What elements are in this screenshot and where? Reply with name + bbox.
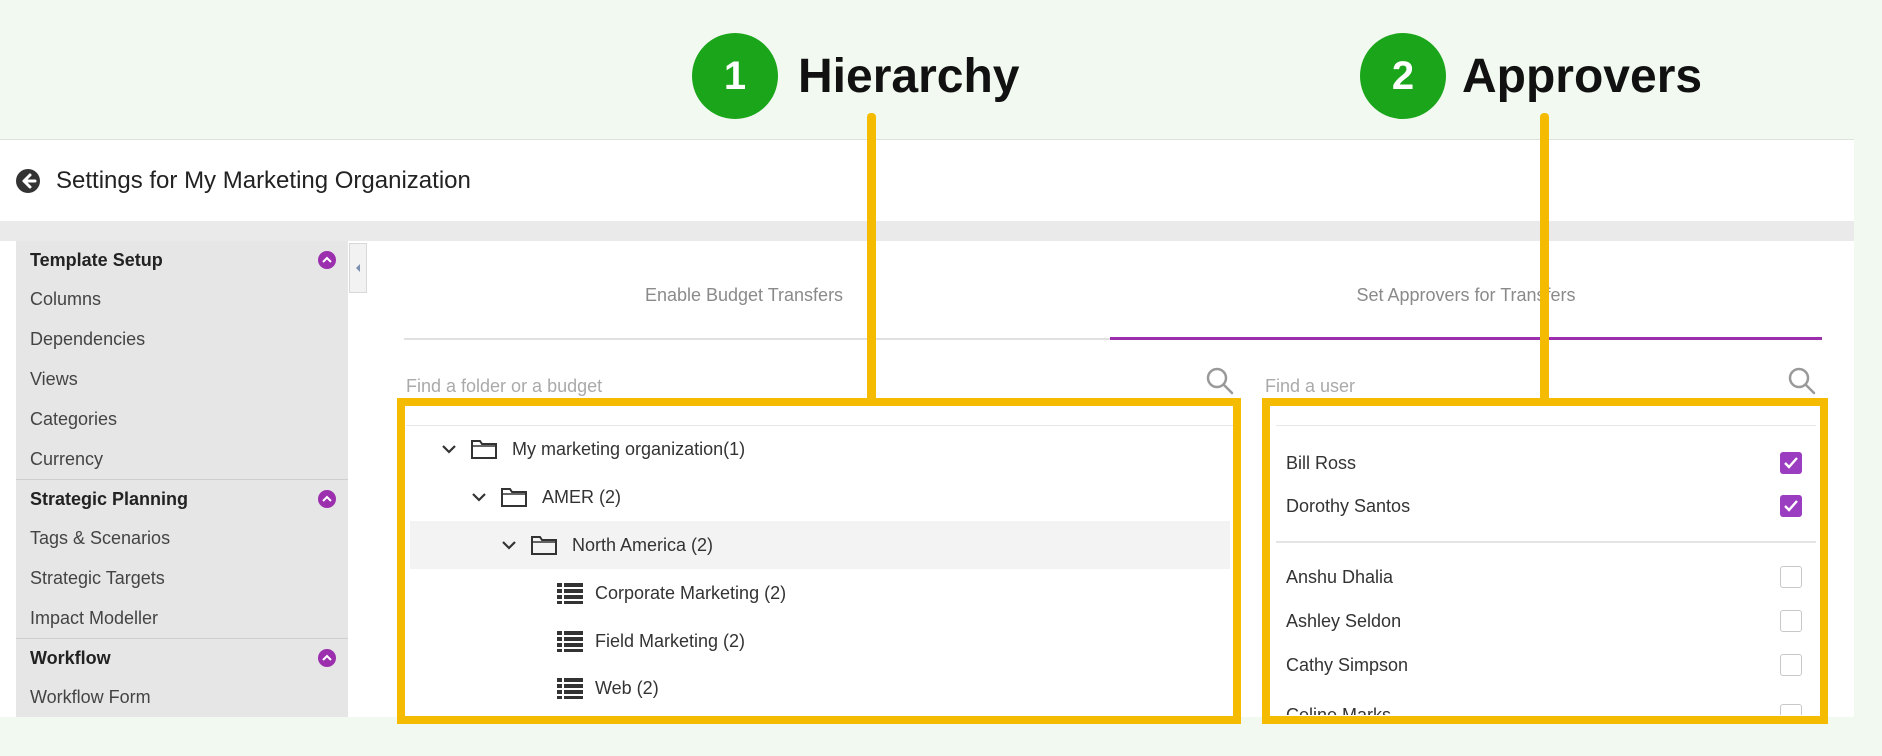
collapse-up-icon[interactable]: [318, 251, 336, 269]
collapse-up-icon[interactable]: [318, 649, 336, 667]
tab-enable-budget-transfers[interactable]: Enable Budget Transfers: [404, 285, 1084, 306]
sidebar-item-columns[interactable]: Columns: [16, 279, 348, 319]
caret-left-icon: [356, 264, 360, 272]
approvers-callout-line: [1540, 113, 1549, 403]
active-tab-indicator: [1110, 337, 1822, 340]
sidebar-item-dependencies[interactable]: Dependencies: [16, 319, 348, 359]
tab-set-approvers[interactable]: Set Approvers for Transfers: [1110, 285, 1822, 306]
page-header: Settings for My Marketing Organization: [0, 139, 1854, 222]
sidebar-item-categories[interactable]: Categories: [16, 399, 348, 439]
hierarchy-highlight-box: [397, 398, 1241, 724]
callout-approvers: 2 Approvers: [1360, 33, 1702, 119]
sidebar-item-workflow-form[interactable]: Workflow Form: [16, 677, 348, 717]
callout-title: Hierarchy: [798, 49, 1020, 103]
settings-sidebar: Template Setup Columns Dependencies View…: [16, 241, 348, 717]
callout-number-badge: 2: [1360, 33, 1446, 119]
callout-number-badge: 1: [692, 33, 778, 119]
section-title: Workflow: [30, 647, 111, 668]
callout-title: Approvers: [1462, 49, 1703, 103]
section-title: Template Setup: [30, 249, 163, 270]
sidebar-item-impact-modeller[interactable]: Impact Modeller: [16, 598, 348, 638]
sidebar-section-workflow[interactable]: Workflow: [16, 639, 348, 677]
sidebar-item-strategic-targets[interactable]: Strategic Targets: [16, 558, 348, 598]
approvers-highlight-box: [1262, 398, 1828, 724]
page-title: Settings for My Marketing Organization: [56, 166, 471, 194]
hierarchy-callout-line: [867, 113, 876, 403]
sidebar-section-template-setup[interactable]: Template Setup: [16, 241, 348, 279]
sidebar-item-currency[interactable]: Currency: [16, 439, 348, 479]
header-shadow: [0, 221, 1854, 241]
section-title: Strategic Planning: [30, 488, 189, 509]
sidebar-section-strategic-planning[interactable]: Strategic Planning: [16, 480, 348, 518]
sidebar-collapse-toggle[interactable]: [349, 243, 367, 293]
sidebar-item-tags-scenarios[interactable]: Tags & Scenarios: [16, 518, 348, 558]
search-icon[interactable]: [1205, 366, 1235, 396]
collapse-up-icon[interactable]: [318, 490, 336, 508]
search-icon[interactable]: [1787, 366, 1817, 396]
callout-hierarchy: 1 Hierarchy: [692, 33, 1019, 119]
sidebar-item-views[interactable]: Views: [16, 359, 348, 399]
back-arrow-icon[interactable]: [14, 167, 42, 195]
